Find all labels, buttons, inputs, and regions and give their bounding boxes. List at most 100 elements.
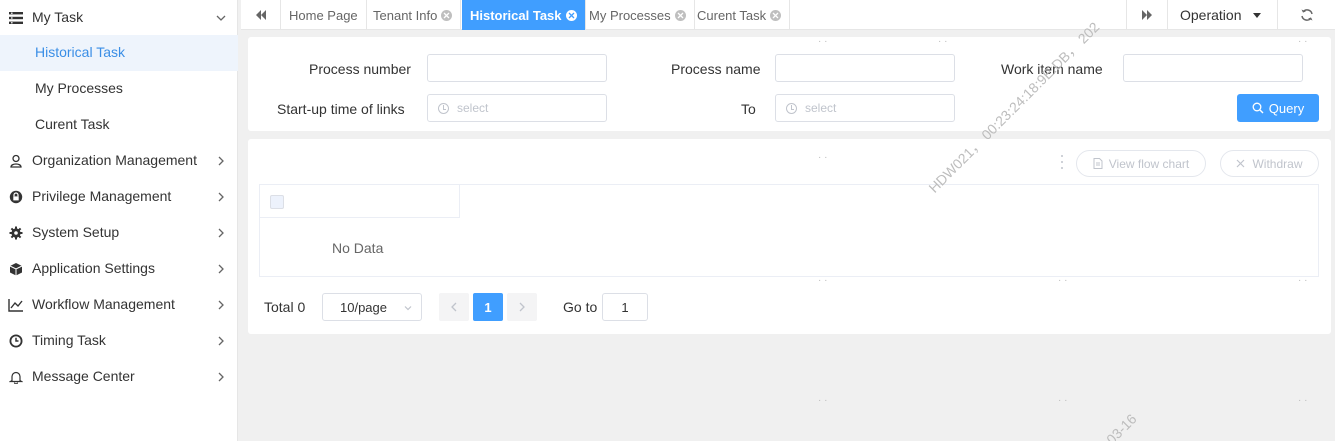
sidebar-item-privilege-management[interactable]: Privilege Management (0, 179, 238, 215)
search-icon (1252, 102, 1264, 114)
page-number-current[interactable]: 1 (473, 293, 503, 321)
user-icon (8, 153, 24, 169)
sidebar-item-system-setup[interactable]: System Setup (0, 215, 238, 251)
chevron-right-icon (214, 226, 228, 240)
startup-time-label: Start-up time of links (277, 101, 405, 117)
work-item-name-label: Work item name (1001, 61, 1103, 77)
menu-icon (8, 10, 24, 26)
process-number-input[interactable] (427, 54, 607, 82)
watermark-dots: · · (1298, 395, 1308, 406)
close-icon[interactable] (565, 9, 577, 21)
tab-label: My Processes (589, 7, 671, 23)
gear-icon (8, 225, 24, 241)
select-all-checkbox[interactable] (270, 195, 284, 209)
pagination-total: Total 0 (264, 299, 306, 315)
work-item-name-input[interactable] (1123, 54, 1303, 82)
sidebar-item-label: Timing Task (32, 332, 106, 348)
data-table: No Data (259, 184, 1319, 277)
process-number-label: Process number (309, 61, 411, 77)
operation-label: Operation (1180, 7, 1242, 23)
view-flow-chart-button[interactable]: View flow chart (1076, 150, 1206, 177)
tab-historical-task[interactable]: Historical Task (462, 0, 586, 30)
tab-home-page[interactable]: Home Page (281, 0, 367, 30)
page-size-value: 10/page (340, 299, 387, 315)
sidebar-item-my-processes[interactable]: My Processes (0, 71, 238, 107)
chevron-right-icon (214, 334, 228, 348)
date-placeholder: select (805, 101, 837, 115)
double-chevron-left-icon (255, 10, 266, 20)
tab-label: Home Page (289, 7, 358, 23)
empty-text: No Data (332, 240, 384, 256)
sidebar-item-timing-task[interactable]: Timing Task (0, 323, 238, 359)
close-icon[interactable] (674, 9, 686, 21)
close-icon[interactable] (441, 9, 453, 21)
chevron-down-icon (214, 11, 228, 25)
watermark-date: 03-16 (1103, 410, 1140, 441)
document-icon (1093, 158, 1103, 169)
more-options-icon[interactable] (1061, 155, 1064, 169)
watermark-dots: · · (818, 395, 828, 406)
tab-label: Curent Task (697, 7, 767, 23)
clock-icon (786, 102, 797, 114)
operation-dropdown[interactable]: Operation (1168, 0, 1278, 30)
refresh-button[interactable] (1278, 0, 1335, 30)
page-size-select[interactable]: 10/page (322, 293, 422, 321)
query-label: Query (1268, 100, 1305, 116)
chevron-right-icon (214, 370, 228, 384)
sidebar-item-label: Workflow Management (32, 296, 175, 312)
tab-curent-task[interactable]: Curent Task (689, 0, 791, 30)
chevron-right-icon (519, 302, 525, 312)
view-flow-chart-label: View flow chart (1108, 156, 1190, 171)
search-panel: Process number Process name Work item na… (248, 37, 1331, 131)
sidebar-item-workflow-management[interactable]: Workflow Management (0, 287, 238, 323)
query-button[interactable]: Query (1237, 94, 1319, 122)
sidebar-item-label: Privilege Management (32, 188, 172, 204)
clock-icon (438, 102, 449, 114)
sidebar-item-curent-task[interactable]: Curent Task (0, 107, 238, 143)
chevron-left-icon (451, 302, 457, 312)
sidebar-group-my-task[interactable]: My Task (0, 0, 238, 36)
startup-time-start-picker[interactable]: select (427, 94, 607, 122)
sidebar-item-historical-task[interactable]: Historical Task (0, 35, 238, 71)
sidebar-item-organization-management[interactable]: Organization Management (0, 143, 238, 179)
watermark-dots: · · (1058, 395, 1068, 406)
sidebar-item-application-settings[interactable]: Application Settings (0, 251, 238, 287)
chevron-right-icon (214, 190, 228, 204)
lock-icon (8, 189, 24, 205)
chevron-right-icon (214, 298, 228, 312)
close-icon[interactable] (770, 9, 782, 21)
pagination: Total 0 10/page 1 Go to 1 (248, 292, 1331, 322)
tab-my-processes[interactable]: My Processes (581, 0, 695, 30)
withdraw-button[interactable]: Withdraw (1220, 150, 1319, 177)
cube-icon (8, 261, 24, 277)
sidebar-item-label: System Setup (32, 224, 120, 240)
chart-line-icon (8, 297, 24, 313)
bell-icon (8, 369, 24, 385)
sidebar-item-label: Curent Task (35, 116, 110, 132)
goto-page-input[interactable]: 1 (602, 293, 648, 321)
process-name-input[interactable] (775, 54, 955, 82)
sidebar-item-message-center[interactable]: Message Center (0, 359, 238, 395)
startup-time-end-picker[interactable]: select (775, 94, 955, 122)
to-label: To (741, 101, 756, 117)
sidebar: My Task Historical Task My Processes Cur… (0, 0, 238, 441)
prev-page-button[interactable] (439, 293, 469, 321)
chevron-right-icon (214, 154, 228, 168)
sidebar-item-label: Organization Management (32, 152, 197, 168)
tab-label: Historical Task (470, 7, 562, 23)
goto-label: Go to (563, 299, 598, 315)
tab-tenant-info[interactable]: Tenant Info (365, 0, 462, 30)
caret-down-icon (1253, 12, 1262, 18)
clock-icon (8, 333, 24, 349)
sidebar-item-label: My Processes (35, 80, 123, 96)
table-header-select-cell (260, 185, 460, 218)
table-panel: View flow chart Withdraw No Data Total 0… (248, 139, 1331, 334)
refresh-icon (1300, 9, 1313, 21)
date-placeholder: select (457, 101, 489, 115)
withdraw-label: Withdraw (1252, 156, 1303, 171)
chevron-down-icon (404, 306, 412, 311)
tab-scroll-right-button[interactable] (1126, 0, 1168, 30)
tab-bar: Home Page Tenant Info Historical Task My… (241, 0, 1335, 30)
tab-scroll-left-button[interactable] (241, 0, 281, 30)
next-page-button[interactable] (507, 293, 537, 321)
